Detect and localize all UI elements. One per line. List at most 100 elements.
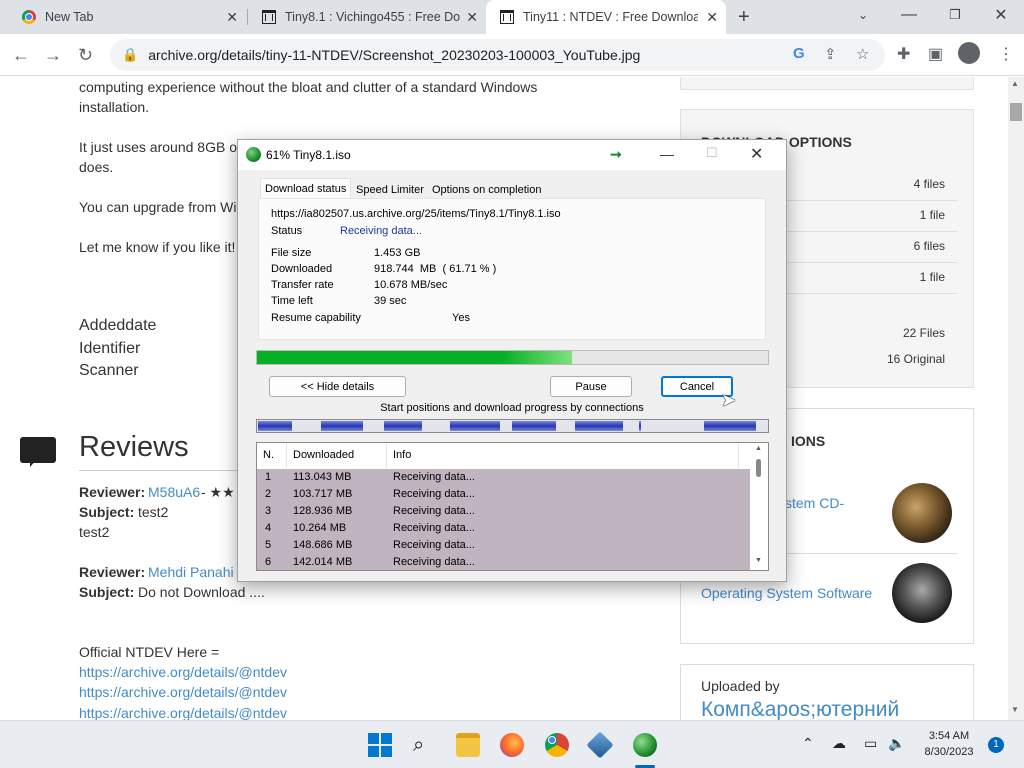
table-row[interactable]: 5 148.686 MB Receiving data... [257, 537, 750, 554]
collection-thumbnail[interactable] [892, 563, 952, 623]
reviews-speech-icon [20, 437, 56, 463]
close-dialog-icon[interactable]: ✕ [750, 144, 763, 164]
ntdev-link[interactable]: https://archive.org/details/@ntdev [79, 682, 287, 702]
tab-options-on-completion[interactable]: Options on completion [428, 182, 545, 198]
search-icon[interactable]: ⌕ [413, 733, 437, 757]
profile-avatar-icon[interactable] [958, 42, 980, 64]
display-icon[interactable]: ▭ [864, 735, 877, 752]
side-panel-icon[interactable]: ▣ [928, 44, 943, 66]
scroll-down-icon[interactable]: ▼ [755, 557, 762, 564]
close-icon[interactable]: ✕ [226, 9, 238, 26]
reviews-heading: Reviews [79, 431, 189, 463]
clock-date[interactable]: 8/30/2023 [918, 746, 980, 758]
tab-title: Tiny11 : NTDEV : Free Download [523, 10, 698, 24]
connection-segment [512, 421, 556, 431]
tab-title: Tiny8.1 : Vichingo455 : Free Down [285, 10, 460, 24]
internet-download-manager-icon[interactable] [633, 733, 657, 757]
reviewer-link[interactable]: M58uA6 [148, 482, 200, 502]
resume-capability-label: Resume capability [271, 312, 361, 324]
row-downloaded: 142.014 MB [293, 556, 353, 568]
downloaded-value: 918.744 MB ( 61.71 % ) [374, 263, 497, 275]
metadata-label: Scanner [79, 362, 139, 379]
column-header[interactable]: Downloaded [287, 443, 387, 468]
chrome-icon[interactable] [545, 733, 569, 757]
bookmark-star-icon[interactable]: ☆ [856, 45, 869, 63]
volume-icon[interactable]: 🔈 [888, 735, 905, 752]
hide-details-button[interactable]: << Hide details [269, 376, 406, 397]
virtualbox-icon[interactable] [586, 731, 614, 759]
forward-arrow-icon[interactable]: → [44, 44, 62, 66]
close-icon[interactable]: ✕ [706, 9, 718, 26]
reviews-divider [79, 470, 239, 471]
column-header[interactable]: N. [257, 443, 287, 468]
file-explorer-icon[interactable] [456, 733, 480, 757]
reviewer-link[interactable]: Mehdi Panahi [148, 562, 234, 582]
description-text: does. [79, 159, 114, 175]
tab-speed-limiter[interactable]: Speed Limiter [352, 182, 428, 198]
table-scrollbar[interactable]: ▲ ▼ [750, 443, 768, 570]
maximize-icon: ☐ [706, 145, 718, 160]
table-row[interactable]: 1 113.043 MB Receiving data... [257, 469, 750, 486]
collection-link[interactable]: Operating System Software [701, 585, 872, 601]
scroll-up-icon[interactable]: ▲ [755, 445, 762, 452]
pause-button[interactable]: Pause [550, 376, 632, 397]
scroll-down-icon[interactable]: ▼ [1011, 705, 1019, 714]
reload-icon[interactable]: ↻ [78, 44, 93, 66]
network-icon[interactable]: ☁ [832, 735, 846, 752]
row-n: 3 [265, 505, 272, 517]
collection-gears-thumbnail[interactable] [892, 483, 952, 543]
row-n: 5 [265, 539, 272, 551]
row-info: Receiving data... [393, 471, 475, 483]
address-bar[interactable]: 🔒 archive.org/details/tiny-11-NTDEV/Scre… [110, 39, 885, 71]
chrome-icon [22, 10, 36, 24]
connections-caption: Start positions and download progress by… [380, 402, 644, 414]
tab-new-tab[interactable]: New Tab ✕ [8, 0, 246, 34]
scroll-thumb[interactable] [1010, 103, 1022, 121]
extensions-puzzle-icon[interactable]: ✚ [897, 44, 910, 66]
tab-download-status[interactable]: Download status [260, 178, 352, 200]
close-icon[interactable]: ✕ [466, 9, 478, 26]
dialog-titlebar[interactable]: 61% Tiny8.1.iso ➞ — ☐ ✕ [238, 140, 786, 170]
downloaded-label: Downloaded [271, 263, 333, 275]
google-translate-icon[interactable]: G [793, 45, 805, 62]
close-window-icon[interactable]: ✕ [978, 0, 1024, 30]
back-arrow-icon[interactable]: ← [12, 44, 30, 66]
table-row[interactable]: 2 103.717 MB Receiving data... [257, 486, 750, 503]
minimize-icon[interactable]: — [660, 146, 674, 162]
row-n: 1 [265, 471, 272, 483]
page-scrollbar[interactable]: ▲ ▼ [1008, 77, 1024, 720]
file-size-label: File size [271, 247, 312, 259]
connection-segment [384, 421, 422, 431]
connection-segment [575, 421, 623, 431]
row-info: Receiving data... [393, 539, 475, 551]
chevron-up-icon[interactable]: ⌃ [802, 735, 814, 752]
ntdev-link[interactable]: https://archive.org/details/@ntdev [79, 662, 287, 682]
tab-search-chevron-icon[interactable]: ⌄ [840, 0, 886, 30]
kebab-menu-icon[interactable]: ⋮ [998, 44, 1014, 66]
ntdev-link[interactable]: https://archive.org/details/@ntdev [79, 703, 287, 720]
archive-org-icon [500, 10, 514, 24]
share-icon[interactable]: ⇪ [824, 45, 837, 63]
table-row[interactable]: 3 128.936 MB Receiving data... [257, 503, 750, 520]
clock-time[interactable]: 3:54 AM [920, 730, 978, 742]
notification-badge[interactable]: 1 [988, 737, 1004, 753]
collection-link[interactable]: stem CD- [785, 495, 844, 511]
transfer-rate-label: Transfer rate [271, 279, 334, 291]
status-panel: https://ia802507.us.archive.org/25/items… [258, 198, 766, 340]
row-downloaded: 103.717 MB [293, 488, 353, 500]
column-header[interactable]: Info [387, 443, 739, 468]
new-tab-plus-icon[interactable]: + [738, 6, 750, 28]
table-row[interactable]: 6 142.014 MB Receiving data... [257, 554, 750, 570]
minimize-icon[interactable]: — [886, 0, 932, 30]
firefox-icon[interactable] [500, 733, 524, 757]
scroll-thumb[interactable] [756, 459, 761, 477]
tab-tiny11-active[interactable]: Tiny11 : NTDEV : Free Download ✕ [486, 0, 726, 34]
lock-icon: 🔒 [122, 47, 139, 62]
uploader-link[interactable]: Комп&apos;ютерний [701, 698, 899, 720]
tab-tiny81[interactable]: Tiny8.1 : Vichingo455 : Free Down ✕ [248, 0, 486, 34]
scroll-up-icon[interactable]: ▲ [1011, 79, 1019, 88]
windows-start-icon[interactable] [368, 733, 392, 757]
restore-icon[interactable]: ❐ [932, 0, 978, 30]
progress-fill [257, 351, 573, 364]
table-row[interactable]: 4 10.264 MB Receiving data... [257, 520, 750, 537]
